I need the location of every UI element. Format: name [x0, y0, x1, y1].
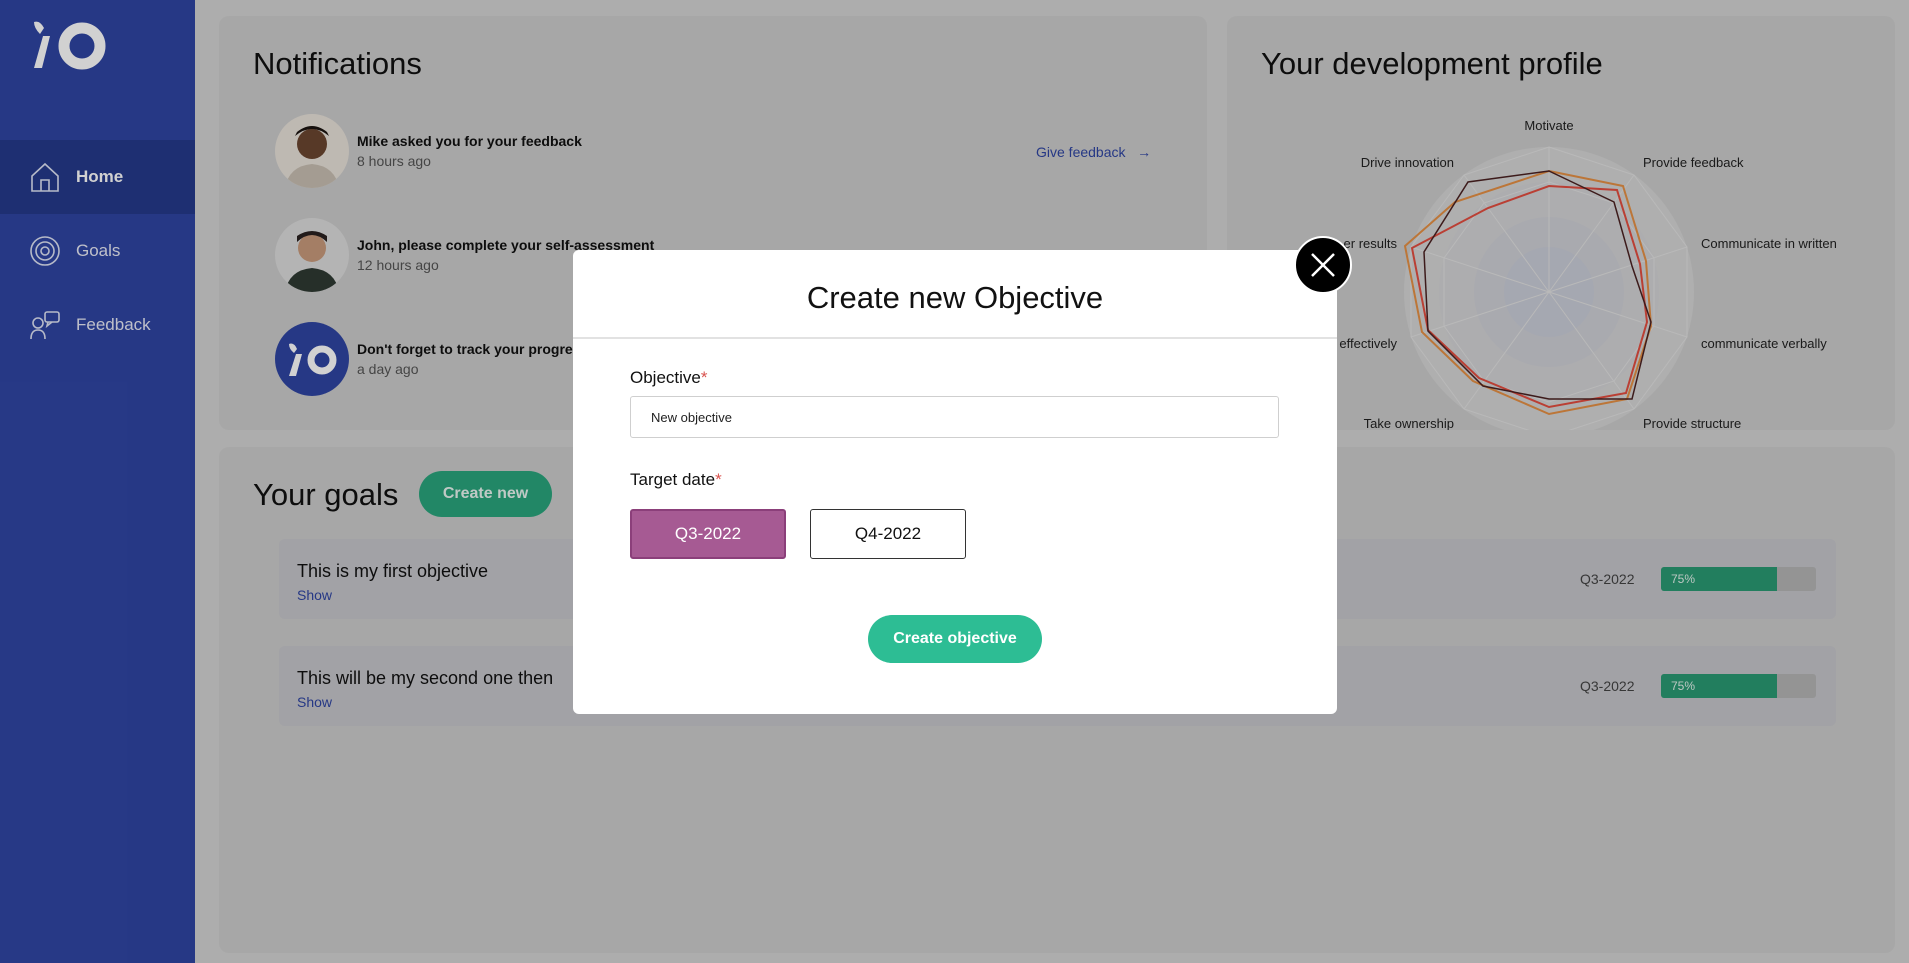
required-mark: *: [700, 368, 708, 387]
target-date-label-text: Target date: [630, 470, 716, 489]
create-objective-modal: Create new Objective Objective* Target d…: [573, 250, 1337, 714]
target-date-label: Target date*: [630, 470, 722, 490]
required-mark: *: [715, 470, 722, 489]
modal-divider: [573, 337, 1337, 339]
objective-input[interactable]: [630, 396, 1279, 438]
objective-label-text: Objective: [630, 368, 701, 387]
create-objective-button[interactable]: Create objective: [868, 615, 1042, 663]
close-icon: [1311, 253, 1335, 277]
target-date-option-q3[interactable]: Q3-2022: [630, 509, 786, 559]
modal-title: Create new Objective: [806, 280, 1104, 315]
close-modal-button[interactable]: [1294, 236, 1352, 294]
objective-label: Objective*: [630, 368, 708, 388]
target-date-option-q4[interactable]: Q4-2022: [810, 509, 966, 559]
